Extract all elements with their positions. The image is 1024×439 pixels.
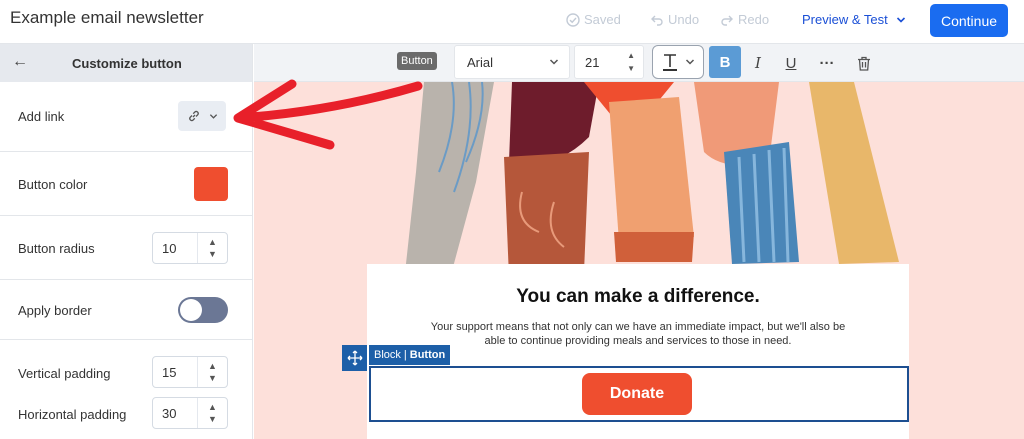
font-size-stepper[interactable]: 21 ▲ ▼	[574, 45, 644, 79]
chevron-down-icon	[685, 59, 695, 65]
stepper-arrows[interactable]: ▲ ▼	[197, 357, 227, 387]
check-circle-icon	[566, 12, 580, 27]
sidebar-header: ← Customize button	[0, 44, 252, 82]
font-size-value[interactable]: 21	[585, 55, 599, 70]
chevron-down-icon[interactable]: ▼	[208, 413, 217, 425]
trash-icon	[858, 56, 870, 71]
horizontal-padding-value[interactable]: 30	[162, 406, 176, 421]
underline-button[interactable]: U	[778, 50, 804, 76]
stepper-arrows[interactable]: ▲ ▼	[197, 233, 227, 263]
sidebar-title: Customize button	[72, 56, 182, 71]
move-handle[interactable]	[342, 345, 367, 371]
button-crumb[interactable]: Button	[410, 349, 445, 361]
button-color-row: Button color	[0, 152, 252, 216]
stepper-arrows[interactable]: ▲ ▼	[627, 49, 635, 75]
button-radius-value[interactable]: 10	[162, 241, 176, 256]
block-breadcrumb: Block | Button	[369, 345, 451, 365]
chevron-down-icon[interactable]: ▼	[208, 248, 217, 260]
redo-icon	[721, 15, 733, 26]
saved-label: Saved	[584, 12, 621, 27]
preview-label: Preview & Test	[802, 12, 888, 27]
horizontal-padding-stepper[interactable]: 30 ▲ ▼	[152, 397, 228, 429]
chevron-up-icon[interactable]: ▲	[208, 401, 217, 413]
element-type-badge: Button	[397, 52, 437, 70]
font-value: Arial	[467, 54, 494, 70]
bold-button[interactable]: B	[709, 46, 741, 78]
chevron-down-icon	[896, 16, 905, 23]
apply-border-toggle[interactable]	[178, 297, 228, 323]
text-color-picker[interactable]	[652, 45, 704, 79]
italic-button[interactable]: I	[745, 50, 771, 76]
undo-label: Undo	[668, 12, 700, 27]
email-headline[interactable]: You can make a difference.	[367, 286, 909, 308]
button-color-label: Button color	[18, 177, 88, 192]
undo-button[interactable]: Undo	[650, 12, 699, 27]
chevron-up-icon[interactable]: ▲	[627, 49, 635, 62]
horizontal-padding-label: Horizontal padding	[18, 407, 127, 422]
chevron-up-icon[interactable]: ▲	[208, 360, 217, 372]
continue-button[interactable]: Continue	[930, 4, 1008, 37]
add-link-row: Add link	[0, 82, 252, 152]
chevron-down-icon[interactable]: ▼	[627, 62, 635, 75]
back-arrow-icon[interactable]: ←	[12, 53, 28, 71]
button-radius-stepper[interactable]: 10 ▲ ▼	[152, 232, 228, 264]
button-radius-row: Button radius 10 ▲ ▼	[0, 216, 252, 280]
donate-button[interactable]: Donate	[582, 373, 692, 415]
add-link-label: Add link	[18, 109, 65, 124]
chevron-down-icon	[549, 59, 559, 65]
font-select[interactable]: Arial	[454, 45, 570, 79]
vertical-padding-stepper[interactable]: 15 ▲ ▼	[152, 356, 228, 388]
redo-button[interactable]: Redo	[720, 12, 769, 27]
saved-indicator: Saved	[566, 12, 621, 27]
preview-test-button[interactable]: Preview & Test	[802, 12, 906, 27]
email-body-text[interactable]: Your support means that not only can we …	[427, 320, 849, 348]
add-link-button[interactable]	[178, 101, 226, 131]
apply-border-label: Apply border	[18, 303, 92, 318]
customize-sidebar: ← Customize button Add link Button color…	[0, 44, 253, 439]
padding-row: Vertical padding 15 ▲ ▼ Horizontal paddi…	[0, 340, 252, 439]
block-crumb[interactable]: Block	[374, 349, 401, 361]
delete-button[interactable]	[851, 50, 877, 76]
stepper-arrows[interactable]: ▲ ▼	[197, 398, 227, 428]
document-title[interactable]: Example email newsletter	[10, 8, 204, 28]
crumb-separator: |	[403, 349, 407, 361]
link-icon	[188, 110, 199, 122]
email-canvas: You can make a difference. Your support …	[254, 82, 1024, 439]
move-icon	[347, 350, 362, 366]
more-options-button[interactable]: ···	[814, 50, 840, 76]
redo-label: Redo	[738, 12, 770, 27]
vertical-padding-label: Vertical padding	[18, 366, 111, 381]
chevron-up-icon[interactable]: ▲	[208, 236, 217, 248]
button-radius-label: Button radius	[18, 241, 95, 256]
vertical-padding-value[interactable]: 15	[162, 365, 176, 380]
chevron-down-icon	[209, 113, 217, 119]
undo-icon	[651, 15, 663, 26]
format-toolbar: Button Arial 21 ▲ ▼ B I U ···	[254, 44, 1024, 82]
toggle-knob	[180, 299, 202, 321]
chevron-down-icon[interactable]: ▼	[208, 372, 217, 384]
text-color-icon	[663, 54, 677, 71]
button-color-swatch[interactable]	[194, 167, 228, 201]
apply-border-row: Apply border	[0, 280, 252, 340]
top-bar: Example email newsletter Saved Undo Redo…	[0, 0, 1024, 44]
